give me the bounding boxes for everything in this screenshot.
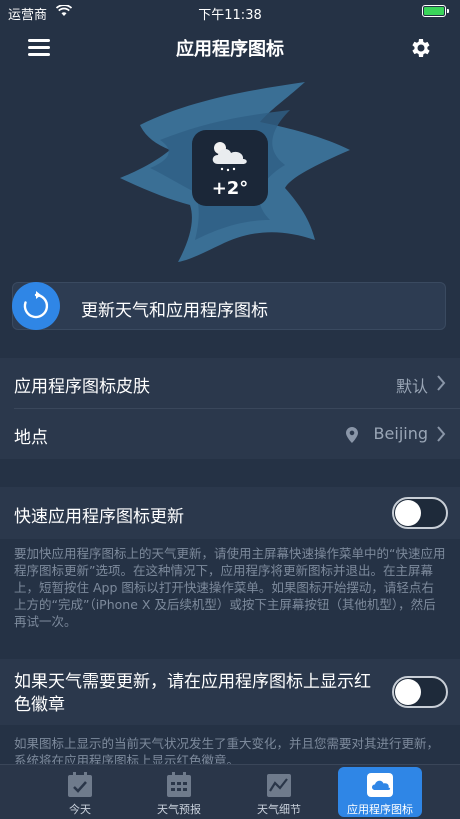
quick-update-note: 要加快应用程序图标上的天气更新，请使用主屏幕快速操作菜单中的“快速应用程序图标更… <box>14 546 446 629</box>
icon-temperature: +2° <box>211 178 249 199</box>
tab-today[interactable]: 今天 <box>38 767 122 817</box>
tab-forecast[interactable]: 天气预报 <box>137 767 221 817</box>
chevron-right-icon <box>437 426 446 442</box>
cloud-snow-icon <box>212 142 247 172</box>
red-badge-row: 如果天气需要更新，请在应用程序图标上显示红色徽章 <box>0 659 460 725</box>
chevron-right-icon <box>437 375 446 391</box>
app-icon-tile: +2° <box>192 130 268 206</box>
icon-skin-label: 应用程序图标皮肤 <box>14 377 150 397</box>
icon-skin-value: 默认 <box>395 377 428 396</box>
status-time: 下午11:38 <box>198 8 262 23</box>
gear-icon[interactable] <box>408 36 432 60</box>
cloud-icon <box>367 773 393 797</box>
status-bar: 运营商 下午11:38 <box>0 0 460 24</box>
location-row[interactable]: 地点 Beijing <box>0 409 460 459</box>
line-chart-icon <box>267 774 291 797</box>
calendar-grid-icon <box>167 772 191 797</box>
page-title: 应用程序图标 <box>176 39 284 60</box>
quick-update-row: 快速应用程序图标更新 <box>0 487 460 539</box>
location-value: Beijing <box>373 424 428 443</box>
update-weather-label: 更新天气和应用程序图标 <box>81 301 268 321</box>
icon-skin-row[interactable]: 应用程序图标皮肤 默认 <box>0 358 460 408</box>
settings-section: 应用程序图标皮肤 默认 地点 Beijing <box>0 358 460 459</box>
red-badge-label: 如果天气需要更新，请在应用程序图标上显示红色徽章 <box>14 672 371 715</box>
red-badge-toggle[interactable] <box>392 676 448 708</box>
tab-app-icon-label: 应用程序图标 <box>347 803 413 816</box>
battery-icon <box>422 5 449 17</box>
red-badge-section: 如果天气需要更新，请在应用程序图标上显示红色徽章 <box>0 659 460 725</box>
location-label: 地点 <box>14 428 48 448</box>
tab-forecast-label: 天气预报 <box>157 803 201 816</box>
tab-bar: 今天 天气预报 天气细节 应用程序图标 <box>0 764 460 819</box>
location-pin-icon <box>346 427 358 443</box>
tab-details[interactable]: 天气细节 <box>237 767 321 817</box>
app-icon-preview: +2° <box>100 70 360 270</box>
quick-update-toggle[interactable] <box>392 497 448 529</box>
tab-today-label: 今天 <box>69 803 91 816</box>
calendar-check-icon <box>68 772 92 797</box>
update-weather-button[interactable]: 更新天气和应用程序图标 <box>12 282 446 330</box>
navigation-bar: 应用程序图标 <box>0 24 460 70</box>
refresh-icon[interactable] <box>12 282 60 330</box>
red-badge-note: 如果图标上显示的当前天气状况发生了重大变化，并且您需要对其进行更新，系统将在应用… <box>14 736 440 764</box>
quick-update-section: 快速应用程序图标更新 <box>0 487 460 539</box>
tab-details-label: 天气细节 <box>257 803 301 816</box>
quick-update-label: 快速应用程序图标更新 <box>14 507 184 527</box>
tab-app-icon[interactable]: 应用程序图标 <box>338 767 422 817</box>
